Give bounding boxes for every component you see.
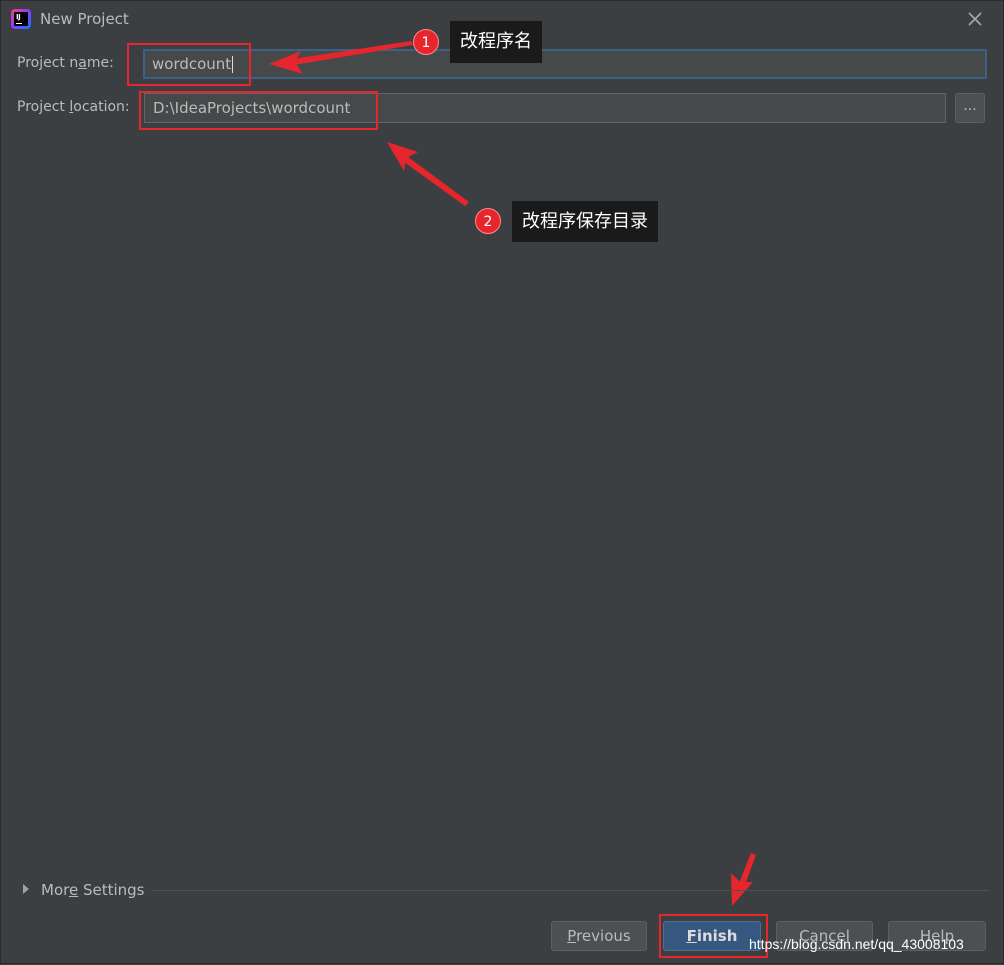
finish-button[interactable]: Finish xyxy=(663,921,761,951)
annotation-badge-2: 2 xyxy=(475,208,501,234)
settings-divider xyxy=(151,890,989,891)
annotation-badge-1: 1 xyxy=(413,29,439,55)
annotation-callout-1: 改程序名 xyxy=(450,21,542,63)
arrow-1-shaft xyxy=(286,41,413,66)
arrow-3-shaft xyxy=(739,853,756,885)
arrow-2-shaft xyxy=(400,154,469,206)
new-project-dialog: IJ New Project Project name: wordcount P… xyxy=(0,0,1004,964)
annotation-arrows xyxy=(269,41,756,906)
watermark-url: https://blog.csdn.net/qq_43008103 xyxy=(749,936,964,952)
previous-button[interactable]: Previous xyxy=(551,921,647,951)
more-settings-toggle[interactable]: More Settings xyxy=(23,881,145,899)
annotation-callout-2: 改程序保存目录 xyxy=(512,201,658,242)
expand-triangle-icon xyxy=(23,884,29,894)
